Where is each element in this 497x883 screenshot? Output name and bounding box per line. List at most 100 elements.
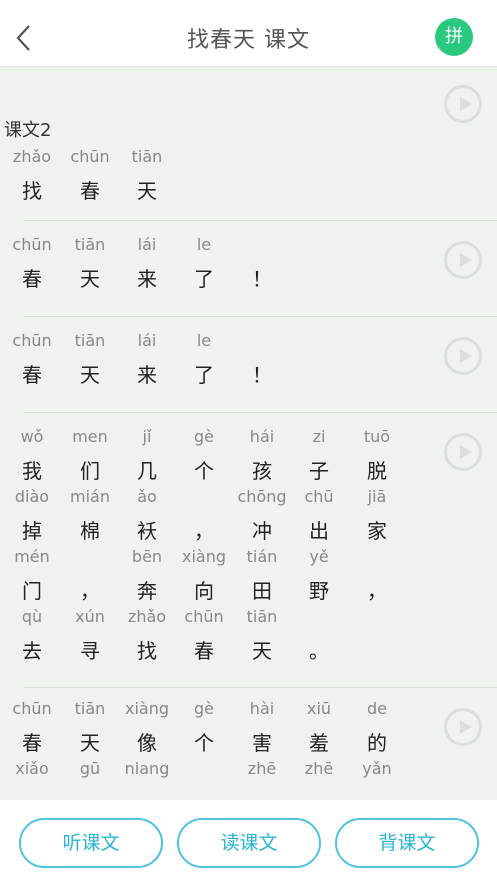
hanzi-character[interactable]: 天 <box>70 263 110 292</box>
hanzi-character[interactable]: 像 <box>127 727 167 756</box>
pinyin-syllable: tiān <box>74 331 106 350</box>
lesson-label: 课文2 <box>4 120 52 141</box>
hanzi-character[interactable]: 个 <box>184 455 224 484</box>
play-audio-icon[interactable] <box>444 241 482 279</box>
pinyin-syllable: gū <box>79 759 101 778</box>
play-audio-icon[interactable] <box>444 337 482 375</box>
hanzi-character[interactable]: 羞 <box>299 727 339 756</box>
hanzi-character[interactable]: 寻 <box>70 635 110 664</box>
pinyin-syllable: hái <box>249 427 275 446</box>
hanzi-character[interactable]: 去 <box>12 635 52 664</box>
hanzi-character[interactable]: 几 <box>127 455 167 484</box>
read-lesson-button[interactable]: 读课文 <box>177 818 321 868</box>
pinyin-syllable: tián <box>246 547 278 566</box>
pinyin-syllable: yě <box>309 547 329 566</box>
pinyin-syllable: tuō <box>363 427 391 446</box>
hanzi-character[interactable]: ！ <box>242 263 282 292</box>
hanzi-character[interactable]: 害 <box>242 727 282 756</box>
hanzi-character[interactable]: 天 <box>70 359 110 388</box>
play-audio-icon[interactable] <box>444 85 482 123</box>
hanzi-character[interactable]: 找 <box>12 175 52 204</box>
pinyin-syllable: xiū <box>306 699 332 718</box>
pinyin-syllable: xiǎo <box>15 759 49 778</box>
hanzi-character[interactable]: 子 <box>299 455 339 484</box>
hanzi-character[interactable]: 来 <box>127 263 167 292</box>
hanzi-character[interactable]: 棉 <box>70 515 110 544</box>
hanzi-character[interactable]: 们 <box>70 455 110 484</box>
pinyin-syllable: gè <box>194 427 214 446</box>
pinyin-syllable: chūn <box>70 147 110 166</box>
hanzi-character[interactable]: 孩 <box>242 455 282 484</box>
pinyin-syllable: tiān <box>131 147 163 166</box>
header: 找春天 课文 拼 <box>0 0 497 67</box>
hanzi-character[interactable]: 冲 <box>242 515 282 544</box>
pinyin-syllable: mián <box>70 487 110 506</box>
section-divider <box>24 220 497 221</box>
hanzi-character[interactable]: 野 <box>299 575 339 604</box>
hanzi-character[interactable]: 。 <box>299 635 339 664</box>
recite-lesson-button[interactable]: 背课文 <box>335 818 479 868</box>
hanzi-character[interactable]: 的 <box>357 727 397 756</box>
hanzi-character[interactable]: 个 <box>184 727 224 756</box>
pinyin-syllable: zi <box>312 427 326 446</box>
pinyin-syllable: tiān <box>246 607 278 626</box>
pinyin-syllable: xiàng <box>124 699 169 718</box>
pinyin-syllable: niang <box>124 759 170 778</box>
hanzi-character[interactable]: 春 <box>70 175 110 204</box>
hanzi-character[interactable]: 掉 <box>12 515 52 544</box>
hanzi-character[interactable]: ， <box>70 575 110 604</box>
hanzi-character[interactable]: 我 <box>12 455 52 484</box>
hanzi-character[interactable]: ， <box>357 575 397 604</box>
hanzi-character[interactable]: 春 <box>12 263 52 292</box>
pinyin-syllable: tiān <box>74 699 106 718</box>
hanzi-character[interactable]: 来 <box>127 359 167 388</box>
pinyin-syllable: zhǎo <box>12 147 52 166</box>
pinyin-syllable: jiā <box>367 487 387 506</box>
section-divider <box>24 687 497 688</box>
pinyin-syllable: zhē <box>247 759 277 778</box>
hanzi-character[interactable]: 奔 <box>127 575 167 604</box>
hanzi-character[interactable]: 脱 <box>357 455 397 484</box>
play-audio-icon[interactable] <box>444 708 482 746</box>
hanzi-character[interactable]: 天 <box>242 635 282 664</box>
section-divider <box>24 316 497 317</box>
pinyin-syllable: xún <box>75 607 105 626</box>
hanzi-character[interactable]: 家 <box>357 515 397 544</box>
hanzi-character[interactable]: 了 <box>184 359 224 388</box>
pinyin-syllable: gè <box>194 699 214 718</box>
pinyin-syllable: le <box>196 235 212 254</box>
hanzi-character[interactable]: 门 <box>12 575 52 604</box>
pinyin-syllable: qù <box>21 607 43 626</box>
pinyin-syllable: zhǎo <box>127 607 167 626</box>
hanzi-character[interactable]: 找 <box>127 635 167 664</box>
section-divider <box>24 412 497 413</box>
hanzi-character[interactable]: 春 <box>12 359 52 388</box>
pinyin-syllable: diào <box>14 487 50 506</box>
hanzi-character[interactable]: 向 <box>184 575 224 604</box>
hanzi-character[interactable]: 出 <box>299 515 339 544</box>
pinyin-syllable: jǐ <box>142 427 152 446</box>
hanzi-character[interactable]: 天 <box>70 727 110 756</box>
pinyin-syllable: bēn <box>131 547 163 566</box>
hanzi-character[interactable]: ， <box>184 515 224 544</box>
pinyin-syllable: chū <box>304 487 334 506</box>
hanzi-character[interactable]: 天 <box>127 175 167 204</box>
hanzi-character[interactable]: ！ <box>242 359 282 388</box>
pinyin-syllable: men <box>72 427 108 446</box>
footer-toolbar: 听课文 读课文 背课文 <box>0 800 497 883</box>
play-audio-icon[interactable] <box>444 433 482 471</box>
pinyin-toggle-button[interactable]: 拼 <box>435 18 473 56</box>
hanzi-character[interactable]: 了 <box>184 263 224 292</box>
hanzi-character[interactable]: 袄 <box>127 515 167 544</box>
pinyin-syllable: chūn <box>12 699 52 718</box>
listen-lesson-button[interactable]: 听课文 <box>19 818 163 868</box>
pinyin-syllable: chūn <box>184 607 224 626</box>
pinyin-syllable: ǎo <box>137 487 157 506</box>
hanzi-character[interactable]: 春 <box>184 635 224 664</box>
lesson-content[interactable]: 课文2 zhǎo chūn tiān 找春天 chūn tiān lái le 春天来了！ chū… <box>0 67 497 800</box>
pinyin-syllable: tiān <box>74 235 106 254</box>
pinyin-syllable: yǎn <box>362 759 392 778</box>
pinyin-syllable: chūn <box>12 331 52 350</box>
hanzi-character[interactable]: 田 <box>242 575 282 604</box>
hanzi-character[interactable]: 春 <box>12 727 52 756</box>
